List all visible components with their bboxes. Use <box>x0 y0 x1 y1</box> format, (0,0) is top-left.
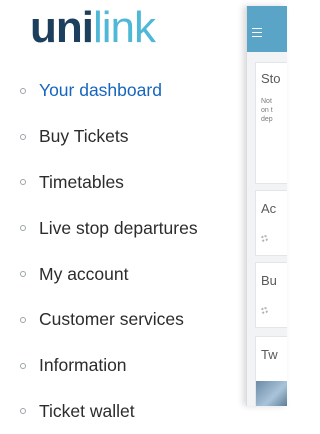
logo-uni: uni <box>30 3 94 52</box>
bullet-icon <box>20 225 26 232</box>
bullet-icon <box>20 408 26 415</box>
loading-spinner-icon <box>261 235 268 242</box>
background-app-panel[interactable]: Sto Not on t dep Ac Bu Tw <box>246 6 287 406</box>
bullet-icon <box>20 316 26 323</box>
menu-item-label: Timetables <box>39 171 124 192</box>
card-title: Bu <box>261 273 277 288</box>
hamburger-icon[interactable] <box>252 28 262 37</box>
menu-item-label: My account <box>39 263 129 284</box>
card-title: Tw <box>261 347 278 362</box>
menu-item-label: Customer services <box>39 309 184 330</box>
loading-spinner-icon <box>261 307 268 314</box>
bullet-icon <box>20 133 26 140</box>
menu-item-customer-services[interactable]: Customer services <box>20 297 198 343</box>
menu-item-timetables[interactable]: Timetables <box>20 160 198 206</box>
menu-item-label: Ticket wallet <box>39 400 135 421</box>
card-thumbnail-image <box>256 381 287 406</box>
menu-item-ticket-wallet[interactable]: Ticket wallet <box>20 389 198 434</box>
bullet-icon <box>20 87 26 94</box>
menu-item-information[interactable]: Information <box>20 343 198 389</box>
menu-item-label: Your dashboard <box>39 80 162 101</box>
menu-item-label: Live stop departures <box>39 217 198 238</box>
app-header-bar <box>247 6 287 52</box>
nav-menu: Your dashboard Buy Tickets Timetables Li… <box>20 68 198 434</box>
menu-item-label: Information <box>39 355 127 376</box>
bus-card[interactable]: Bu <box>255 262 287 328</box>
logo-link: link <box>92 3 156 52</box>
menu-item-label: Buy Tickets <box>39 126 129 147</box>
menu-item-buy-tickets[interactable]: Buy Tickets <box>20 114 198 160</box>
twitter-card[interactable]: Tw <box>255 336 287 406</box>
card-note: Not on t dep <box>261 98 273 123</box>
bullet-icon <box>20 271 26 278</box>
bullet-icon <box>20 179 26 186</box>
unilink-logo: unilink <box>30 3 156 52</box>
active-card[interactable]: Ac <box>255 190 287 256</box>
menu-item-dashboard[interactable]: Your dashboard <box>20 68 198 114</box>
bullet-icon <box>20 362 26 369</box>
card-title: Ac <box>261 201 277 216</box>
card-title: Sto <box>261 71 281 86</box>
menu-item-live-stop-departures[interactable]: Live stop departures <box>20 205 198 251</box>
menu-item-my-account[interactable]: My account <box>20 251 198 297</box>
stop-card[interactable]: Sto Not on t dep <box>255 62 287 184</box>
